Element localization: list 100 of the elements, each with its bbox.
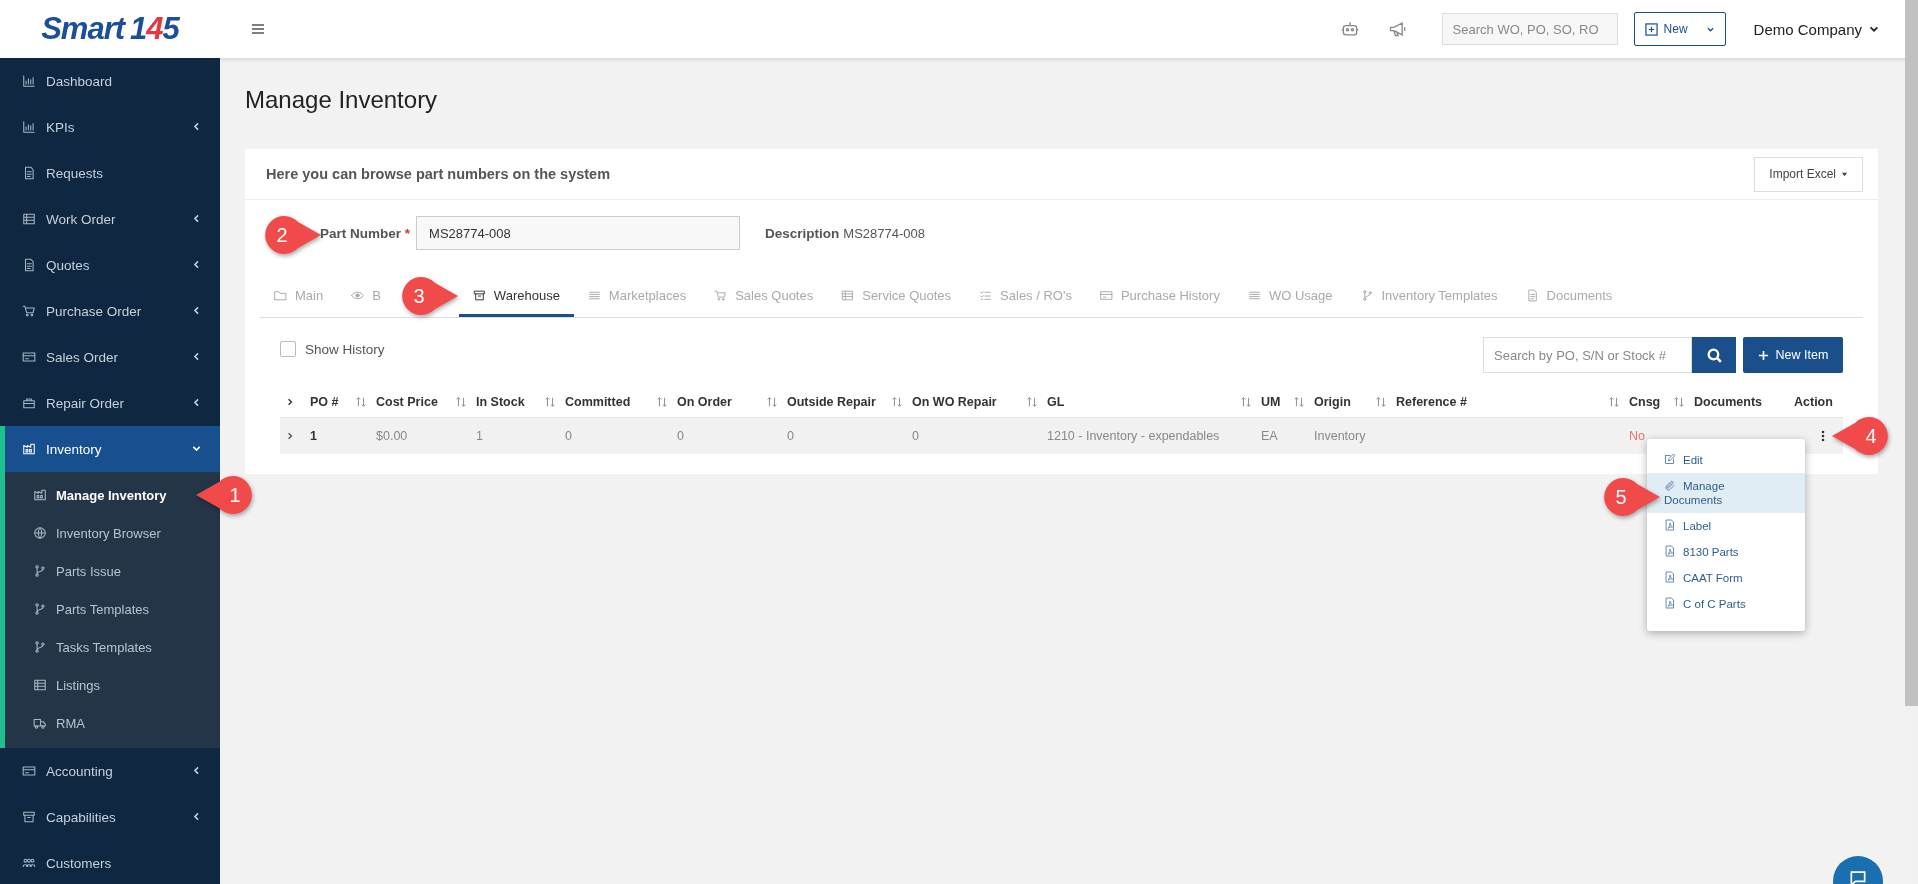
new-item-button[interactable]: New Item (1743, 337, 1843, 373)
bar-chart-icon (22, 74, 36, 88)
sidebar-item[interactable]: Sales Order (0, 334, 220, 380)
sort-icon[interactable] (1608, 396, 1620, 408)
column-header[interactable]: PO # (310, 395, 339, 409)
column-header[interactable]: Action (1794, 395, 1833, 409)
scrollbar-thumb[interactable] (1905, 0, 1918, 706)
caret-icon (1841, 170, 1848, 178)
table-cell: 1 (310, 429, 317, 443)
column-header[interactable]: Committed (565, 395, 631, 409)
sidebar-subitem[interactable]: Parts Issue (5, 552, 220, 590)
sort-icon[interactable] (1026, 396, 1038, 408)
sidebar-subitem[interactable]: RMA (5, 704, 220, 742)
sidebar-item[interactable]: KPIs (0, 104, 220, 150)
pdf-file-icon (1664, 571, 1676, 583)
menu-item[interactable]: C of C Parts (1647, 591, 1805, 617)
sidebar-subitem[interactable]: Manage Inventory (5, 476, 220, 514)
megaphone-icon[interactable] (1387, 19, 1408, 39)
import-excel-button[interactable]: Import Excel (1754, 156, 1863, 192)
checkbox[interactable] (280, 341, 296, 357)
table-cell: 0 (787, 429, 794, 443)
bar-chart-icon (22, 120, 36, 134)
column-header[interactable]: Outside Repair (787, 395, 876, 409)
table-icon (22, 212, 36, 226)
more-icon[interactable] (1819, 429, 1826, 443)
card-icon (1099, 289, 1113, 302)
column-header[interactable]: On WO Repair (912, 395, 997, 409)
sidebar-item[interactable]: Dashboard (0, 58, 220, 104)
column-header[interactable]: In Stock (476, 395, 525, 409)
column-header[interactable]: On Order (677, 395, 732, 409)
sort-icon[interactable] (1673, 396, 1685, 408)
table-icon (841, 289, 855, 302)
table-row[interactable]: 1 $0.00 1 0 0 0 0 1210 - Inventory - expendables EA Inventory No (280, 417, 1843, 454)
sidebar-subitem[interactable]: Tasks Templates (5, 628, 220, 666)
branch-icon (33, 564, 47, 578)
sidebar-subitem[interactable]: Inventory Browser (5, 514, 220, 552)
sidebar-item[interactable]: Requests (0, 150, 220, 196)
sort-icon[interactable] (455, 396, 467, 408)
sidebar-item[interactable]: Capabilities (0, 794, 220, 840)
search-field[interactable]: Search by PO, S/N or Stock # (1483, 337, 1692, 373)
column-header[interactable]: Origin (1314, 395, 1351, 409)
sidebar-subitem[interactable]: Listings (5, 666, 220, 704)
cart-icon (22, 304, 36, 318)
new-button[interactable]: New (1633, 12, 1726, 46)
sidebar-item[interactable]: Customers (0, 840, 220, 884)
column-header[interactable]: Reference # (1396, 395, 1467, 409)
sort-icon[interactable] (1293, 396, 1305, 408)
column-header[interactable]: GL (1047, 395, 1065, 409)
company-dropdown[interactable]: Demo Company (1753, 20, 1880, 38)
chevron-icon (285, 397, 295, 407)
pdf-file-icon (1664, 545, 1676, 557)
shelves-icon (22, 442, 36, 456)
column-header[interactable]: UM (1261, 395, 1281, 409)
menu-item[interactable]: 8130 Parts (1647, 539, 1805, 565)
sort-icon[interactable] (355, 396, 367, 408)
sort-icon[interactable] (891, 396, 903, 408)
sidebar-item[interactable]: Accounting (0, 748, 220, 794)
search-field[interactable]: Search WO, PO, SO, RO (1441, 13, 1618, 45)
sort-icon[interactable] (1375, 396, 1387, 408)
menu-item[interactable]: Manage Documents (1647, 473, 1805, 513)
checkbox-label: Show History (305, 341, 385, 357)
table-cell: 1 (476, 429, 483, 443)
description-value: MS28774-008 (843, 225, 925, 241)
document-icon (22, 258, 36, 272)
description-label: Description (765, 225, 840, 241)
lines-icon (587, 289, 601, 302)
globe-icon (33, 526, 47, 540)
sidebar-item[interactable]: Work Order (0, 196, 220, 242)
menu-item[interactable]: CAAT Form (1647, 565, 1805, 591)
column-header[interactable]: Cnsg (1629, 395, 1661, 409)
people-icon (22, 856, 36, 870)
column-header[interactable]: Cost Price (376, 395, 438, 409)
sidebar-item[interactable]: Purchase Order (0, 288, 220, 334)
sort-icon[interactable] (766, 396, 778, 408)
sidebar-item[interactable]: Repair Order (0, 380, 220, 426)
paperclip-icon (1664, 480, 1676, 492)
truck-icon (33, 716, 47, 730)
sort-icon[interactable] (656, 396, 668, 408)
search-button[interactable] (1692, 337, 1736, 373)
table-cell: 0 (677, 429, 684, 443)
show-history-checkbox[interactable]: Show History (280, 341, 385, 357)
branch-icon (33, 602, 47, 616)
part-number-field[interactable]: MS28774-008 (416, 216, 741, 250)
tab[interactable]: Warehouse (458, 277, 574, 317)
sort-icon[interactable] (544, 396, 556, 408)
table-cell: 0 (912, 429, 919, 443)
briefcase-icon (22, 396, 36, 410)
sidebar-item[interactable]: Inventory (5, 426, 220, 472)
sort-icon[interactable] (1240, 396, 1252, 408)
column-header[interactable]: Documents (1694, 395, 1763, 409)
pdf-file-icon (1664, 597, 1676, 609)
sidebar-subitem[interactable]: Parts Templates (5, 590, 220, 628)
chevron-icon[interactable] (285, 431, 295, 441)
menu-icon[interactable] (250, 21, 266, 37)
menu-item[interactable]: Label (1647, 513, 1805, 539)
robot-icon[interactable] (1339, 19, 1360, 39)
table-cell: No (1629, 429, 1645, 443)
box-icon (472, 289, 486, 302)
lines-icon (1247, 289, 1261, 302)
sidebar-item[interactable]: Quotes (0, 242, 220, 288)
